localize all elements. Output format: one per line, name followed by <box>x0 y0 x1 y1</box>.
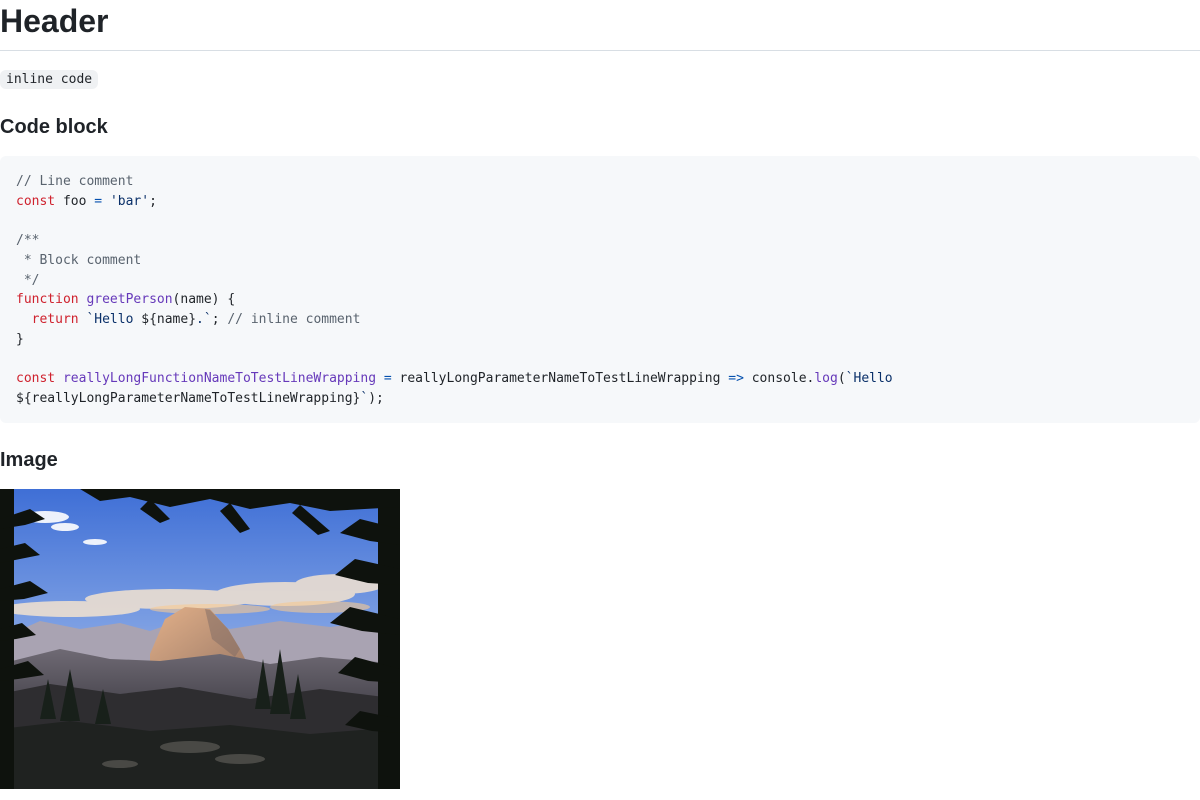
code-text: ); <box>368 390 384 406</box>
code-text: ; <box>149 193 157 209</box>
landscape-image <box>0 489 400 789</box>
code-text: reallyLongParameterNameToTestLineWrappin… <box>391 371 729 387</box>
code-line-comment: // Line comment <box>16 174 134 189</box>
code-operator: => <box>728 371 744 387</box>
image-heading: Image <box>0 449 58 471</box>
code-keyword: return <box>31 311 79 327</box>
code-text: console. <box>743 371 815 387</box>
code-text: (name) { <box>172 292 236 308</box>
code-string: 'bar' <box>109 193 150 209</box>
header-divider <box>0 50 1200 51</box>
code-text: ${reallyLongParameterNameToTestLineWrapp… <box>16 390 361 406</box>
code-text: ( <box>837 371 846 387</box>
code-block-comment: * Block comment <box>16 252 142 268</box>
code-keyword: const <box>16 371 56 387</box>
code-block[interactable]: // Line comment const foo = 'bar'; /** *… <box>0 156 1200 423</box>
code-string: `Hello <box>86 311 142 327</box>
code-keyword: const <box>16 193 56 209</box>
inline-code: inline code <box>0 70 99 89</box>
code-content[interactable]: // Line comment const foo = 'bar'; /** *… <box>16 172 1184 408</box>
code-string: .` <box>196 311 212 327</box>
code-block-heading: Code block <box>0 116 108 138</box>
code-inline-comment: // inline comment <box>227 311 361 327</box>
code-keyword: function <box>16 292 79 308</box>
page-header: Header <box>0 3 109 39</box>
code-function-name: reallyLongFunctionNameToTestLineWrapping <box>62 371 377 387</box>
code-operator: = <box>94 193 103 209</box>
code-block-comment: */ <box>16 272 40 288</box>
code-operator: = <box>383 371 392 387</box>
code-function-name: greetPerson <box>86 292 173 308</box>
code-function-name: log <box>814 371 838 387</box>
code-string: `Hello <box>845 371 901 387</box>
code-text: ${name} <box>141 311 197 327</box>
code-text: foo <box>55 193 95 209</box>
code-text: ; <box>211 311 228 327</box>
code-text: } <box>16 331 24 347</box>
code-block-comment: /** <box>16 233 40 249</box>
